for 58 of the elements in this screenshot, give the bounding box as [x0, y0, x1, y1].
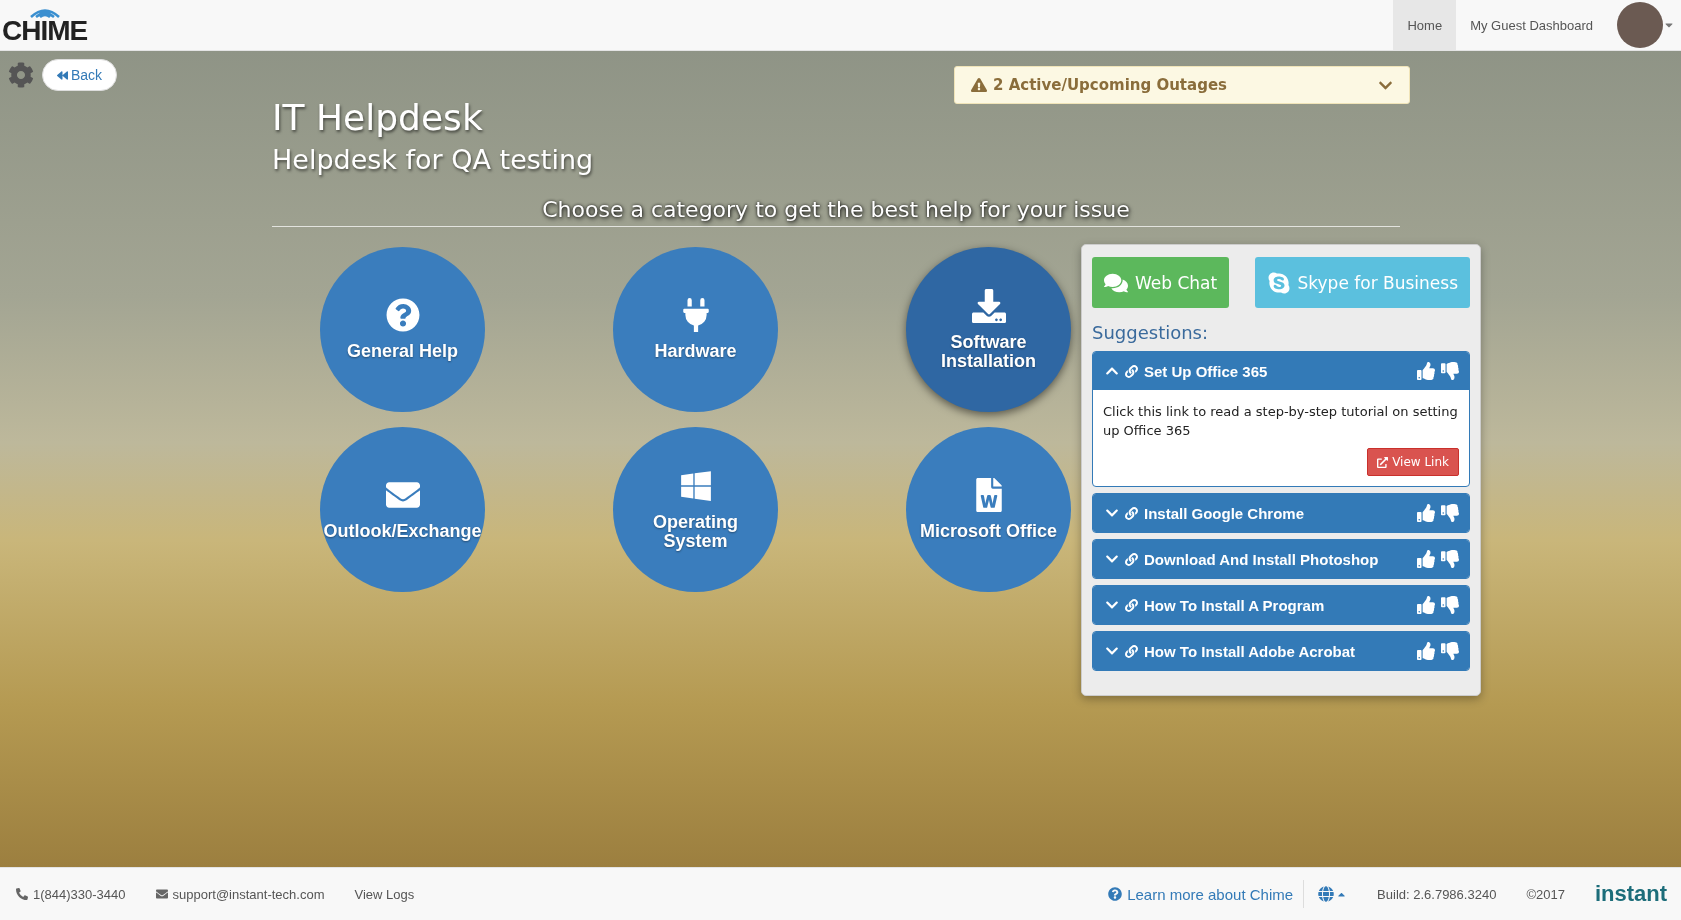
category-button[interactable]: Software Installation	[906, 247, 1071, 412]
link-icon	[1125, 506, 1138, 520]
question-icon	[1108, 887, 1123, 901]
thumbs-down-icon[interactable]	[1441, 504, 1459, 522]
thumbs-down-icon[interactable]	[1441, 362, 1459, 380]
warning-icon	[971, 77, 987, 93]
suggestion-header[interactable]: Download And Install Photoshop	[1093, 540, 1469, 578]
nav-link[interactable]: My Guest Dashboard	[1456, 0, 1607, 50]
download-icon	[971, 288, 1006, 323]
thumbs-down-icon[interactable]	[1441, 596, 1459, 614]
instant-logo: instant	[1594, 881, 1667, 907]
thumbs-down-icon[interactable]	[1441, 550, 1459, 568]
back-button[interactable]: Back	[42, 59, 118, 91]
skype-icon	[1266, 270, 1291, 295]
thumbs-up-icon[interactable]	[1417, 642, 1435, 660]
link-icon	[1125, 644, 1138, 658]
copyright: ©2017	[1526, 886, 1565, 902]
suggestion-header[interactable]: How To Install Adobe Acrobat	[1093, 632, 1469, 670]
page-title: IT Helpdesk	[272, 97, 483, 138]
user-avatar[interactable]	[1617, 2, 1663, 48]
outages-dropdown[interactable]: 2 Active/Upcoming Outages	[954, 66, 1410, 104]
rewind-icon	[57, 69, 68, 81]
category-button[interactable]: Hardware	[613, 247, 778, 412]
web-chat-button[interactable]: Web Chat	[1092, 257, 1230, 308]
suggestion-header[interactable]: How To Install A Program	[1093, 586, 1469, 624]
category-button[interactable]: Operating System	[613, 427, 778, 592]
category-button[interactable]: Microsoft Office	[906, 427, 1071, 592]
suggestion-header[interactable]: Set Up Office 365	[1093, 352, 1469, 390]
link-icon	[1125, 364, 1138, 378]
envelope-icon	[155, 888, 168, 900]
windows-icon	[678, 468, 713, 503]
phone-number: 1(844)330-3440	[33, 886, 126, 902]
learn-more-link[interactable]: Learn more about Chime	[1108, 885, 1294, 903]
chime-logo: CHIME	[2, 18, 88, 44]
phone-icon	[16, 888, 28, 900]
external-link-icon	[1377, 456, 1389, 468]
question-icon	[385, 298, 420, 332]
support-email: support@instant-tech.com	[172, 886, 325, 902]
suggestion-description: Click this link to read a step-by-step tutorial on setting up Office 365	[1103, 403, 1459, 440]
thumbs-up-icon[interactable]	[1417, 362, 1435, 380]
category-button[interactable]: General Help	[320, 247, 485, 412]
build-version: Build: 2.6.7986.3240	[1377, 886, 1497, 902]
category-button[interactable]: Outlook/Exchange	[320, 427, 485, 592]
view-logs-link[interactable]: View Logs	[354, 886, 415, 902]
view-link-button[interactable]: View Link	[1367, 448, 1459, 476]
thumbs-up-icon[interactable]	[1417, 504, 1435, 522]
globe-icon	[1318, 886, 1335, 902]
suggestion-header[interactable]: Install Google Chrome	[1093, 494, 1469, 532]
thumbs-down-icon[interactable]	[1441, 642, 1459, 660]
category-prompt: Choose a category to get the best help for your issue	[542, 197, 1130, 222]
page-subtitle: Helpdesk for QA testing	[272, 144, 594, 175]
suggestions-heading: Suggestions:	[1092, 322, 1210, 343]
thumbs-up-icon[interactable]	[1417, 596, 1435, 614]
thumbs-up-icon[interactable]	[1417, 550, 1435, 568]
link-icon	[1125, 552, 1138, 566]
link-icon	[1125, 598, 1138, 612]
settings-icon[interactable]	[8, 62, 34, 88]
nav-link[interactable]: Home	[1393, 0, 1457, 50]
